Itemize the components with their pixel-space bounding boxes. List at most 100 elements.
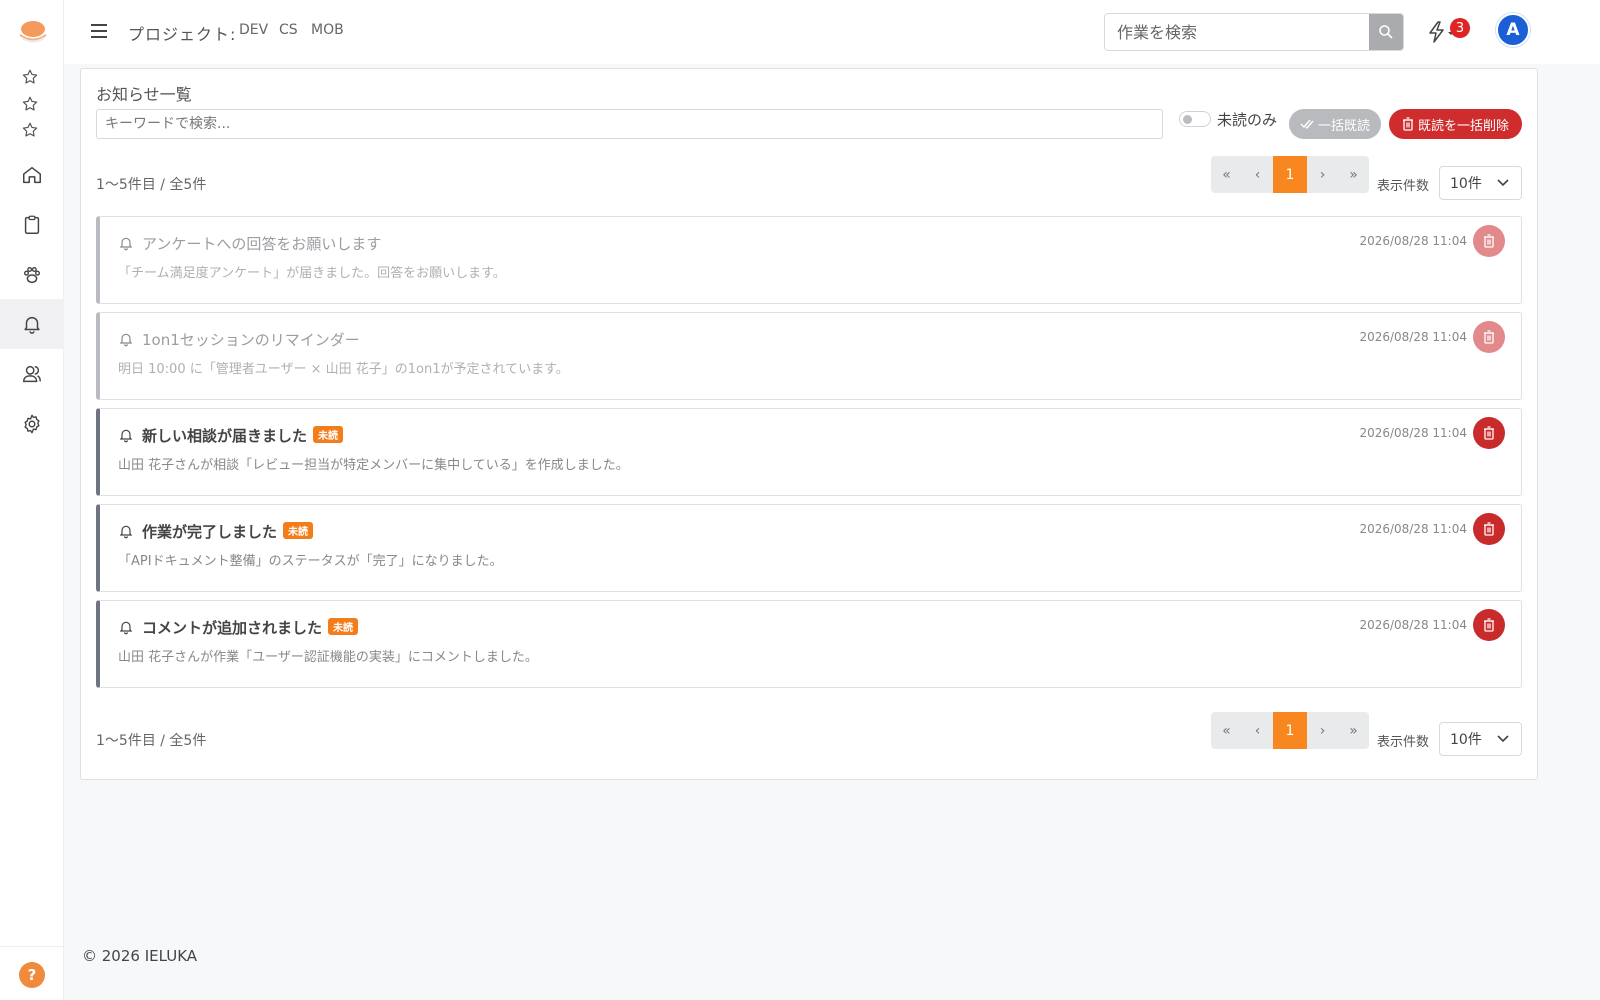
trash-icon [1484,522,1494,536]
users-icon [23,365,41,383]
trash-icon [1484,330,1494,344]
per-page-value: 10件 [1450,176,1482,192]
notice-item[interactable]: 新しい相談が届きました 未読 山田 花子さんが相談「レビュー担当が特定メンバーに集… [96,408,1522,496]
notice-body: 「APIドキュメント整備」のステータスが「完了」になりました。 [118,554,503,569]
sidebar: ? [0,0,64,1000]
page-prev-button[interactable]: ‹ [1242,156,1273,193]
page-current-button[interactable]: 1 [1273,712,1307,749]
per-page-select-top[interactable]: 10件 [1439,166,1522,200]
notifications-panel: お知らせ一覧 未読のみ 一括既読 既読を一括削除 1〜5件目 / 全5件 « ‹… [80,68,1538,780]
bell-icon [119,429,133,443]
page-last-button[interactable]: » [1338,156,1369,193]
notice-title: アンケートへの回答をお願いします [142,235,382,253]
notice-item[interactable]: コメントが追加されました 未読 山田 花子さんが作業「ユーザー認証機能の実装」にコ… [96,600,1522,688]
trash-icon [1484,426,1494,440]
notice-item[interactable]: アンケートへの回答をお願いします 「チーム満足度アンケート」が届きました。回答を… [96,216,1522,304]
per-page-select-bottom[interactable]: 10件 [1439,722,1522,756]
notice-item[interactable]: 作業が完了しました 未読 「APIドキュメント整備」のステータスが「完了」になりま… [96,504,1522,592]
page-current-button[interactable]: 1 [1273,156,1307,193]
task-search-input[interactable] [1105,14,1365,50]
help-button[interactable]: ? [19,962,45,988]
sidebar-item-pets[interactable] [0,250,64,300]
paw-icon [23,266,41,284]
trash-icon [1484,234,1494,248]
unread-only-label: 未読のみ [1217,111,1278,129]
notice-delete-button[interactable] [1473,225,1505,257]
notice-title: 作業が完了しました 未読 [142,521,314,542]
per-page-value: 10件 [1450,732,1482,748]
sidebar-item-settings[interactable] [0,399,64,449]
user-avatar[interactable]: A [1496,13,1530,47]
pagination-bottom: « ‹ 1 › » [1211,712,1369,749]
notice-delete-button[interactable] [1473,513,1505,545]
footer-copyright: © 2026 IELUKA [82,947,198,965]
trash-icon [1484,618,1494,632]
sidebar-item-members[interactable] [0,349,64,399]
notice-body: 「チーム満足度アンケート」が届きました。回答をお願いします。 [118,266,506,281]
project-link-cs[interactable]: CS [279,22,298,38]
notice-date: 2026/08/28 11:04 [1359,522,1467,536]
page-last-button[interactable]: » [1338,712,1369,749]
home-icon [23,166,41,184]
sidebar-divider [0,946,64,947]
mark-all-read-label: 一括既読 [1317,118,1370,134]
notice-title: 新しい相談が届きました 未読 [142,425,344,446]
unread-badge: 未読 [283,522,314,539]
chevron-down-icon [1497,735,1509,743]
bell-icon [119,333,133,347]
notice-date: 2026/08/28 11:04 [1359,618,1467,632]
clipboard-icon [24,215,40,234]
bell-icon [119,621,133,635]
bell-icon [24,316,40,334]
notice-delete-button[interactable] [1473,609,1505,641]
page-title: お知らせ一覧 [96,85,192,104]
favorite-star-icon[interactable] [21,121,39,139]
page-first-button[interactable]: « [1211,712,1242,749]
sidebar-item-notifications[interactable] [0,299,64,349]
per-page-label-bottom: 表示件数 [1377,735,1430,750]
unread-badge: 未読 [328,618,359,635]
notification-count-badge[interactable]: 3 [1450,18,1470,38]
bell-icon [119,237,133,251]
notice-body: 山田 花子さんが作業「ユーザー認証機能の実装」にコメントしました。 [118,650,538,665]
bell-icon [119,525,133,539]
project-label: プロジェクト: [128,25,237,44]
notice-delete-button[interactable] [1473,417,1505,449]
project-link-dev[interactable]: DEV [239,22,268,38]
notice-body: 明日 10:00 に「管理者ユーザー × 山田 花子」の1on1が予定されていま… [118,362,569,377]
search-icon [1379,25,1393,39]
chevron-down-icon [1497,179,1509,187]
sidebar-item-tasks[interactable] [0,200,64,250]
notice-date: 2026/08/28 11:04 [1359,426,1467,440]
double-check-icon [1300,119,1314,130]
pagination-top: « ‹ 1 › » [1211,156,1369,193]
keyword-search-input[interactable] [96,109,1163,139]
page-next-button[interactable]: › [1307,712,1338,749]
page-prev-button[interactable]: ‹ [1242,712,1273,749]
range-text-top: 1〜5件目 / 全5件 [96,177,207,193]
unread-badge: 未読 [313,426,344,443]
trash-icon [1402,117,1413,131]
range-text-bottom: 1〜5件目 / 全5件 [96,733,207,749]
mark-all-read-button[interactable]: 一括既読 [1289,109,1381,139]
delete-read-button[interactable]: 既読を一括削除 [1389,109,1522,139]
menu-icon[interactable] [88,20,110,42]
page-next-button[interactable]: › [1307,156,1338,193]
project-link-mob[interactable]: MOB [311,22,344,38]
sidebar-item-home[interactable] [0,150,64,200]
favorite-star-icon[interactable] [21,95,39,113]
notice-item[interactable]: 1on1セッションのリマインダー 明日 10:00 に「管理者ユーザー × 山田… [96,312,1522,400]
notice-date: 2026/08/28 11:04 [1359,330,1467,344]
gear-icon [24,414,40,434]
notice-delete-button[interactable] [1473,321,1505,353]
favorite-star-icon[interactable] [21,68,39,86]
search-button[interactable] [1369,14,1403,50]
page-first-button[interactable]: « [1211,156,1242,193]
notice-title: コメントが追加されました 未読 [142,617,359,638]
top-bar: プロジェクト: DEV CS MOB 3 A [64,0,1600,64]
bolt-icon [1429,21,1444,43]
delete-read-label: 既読を一括削除 [1417,118,1509,134]
per-page-label-top: 表示件数 [1377,179,1430,194]
app-logo-icon[interactable] [18,18,48,44]
unread-only-toggle[interactable] [1179,111,1211,127]
